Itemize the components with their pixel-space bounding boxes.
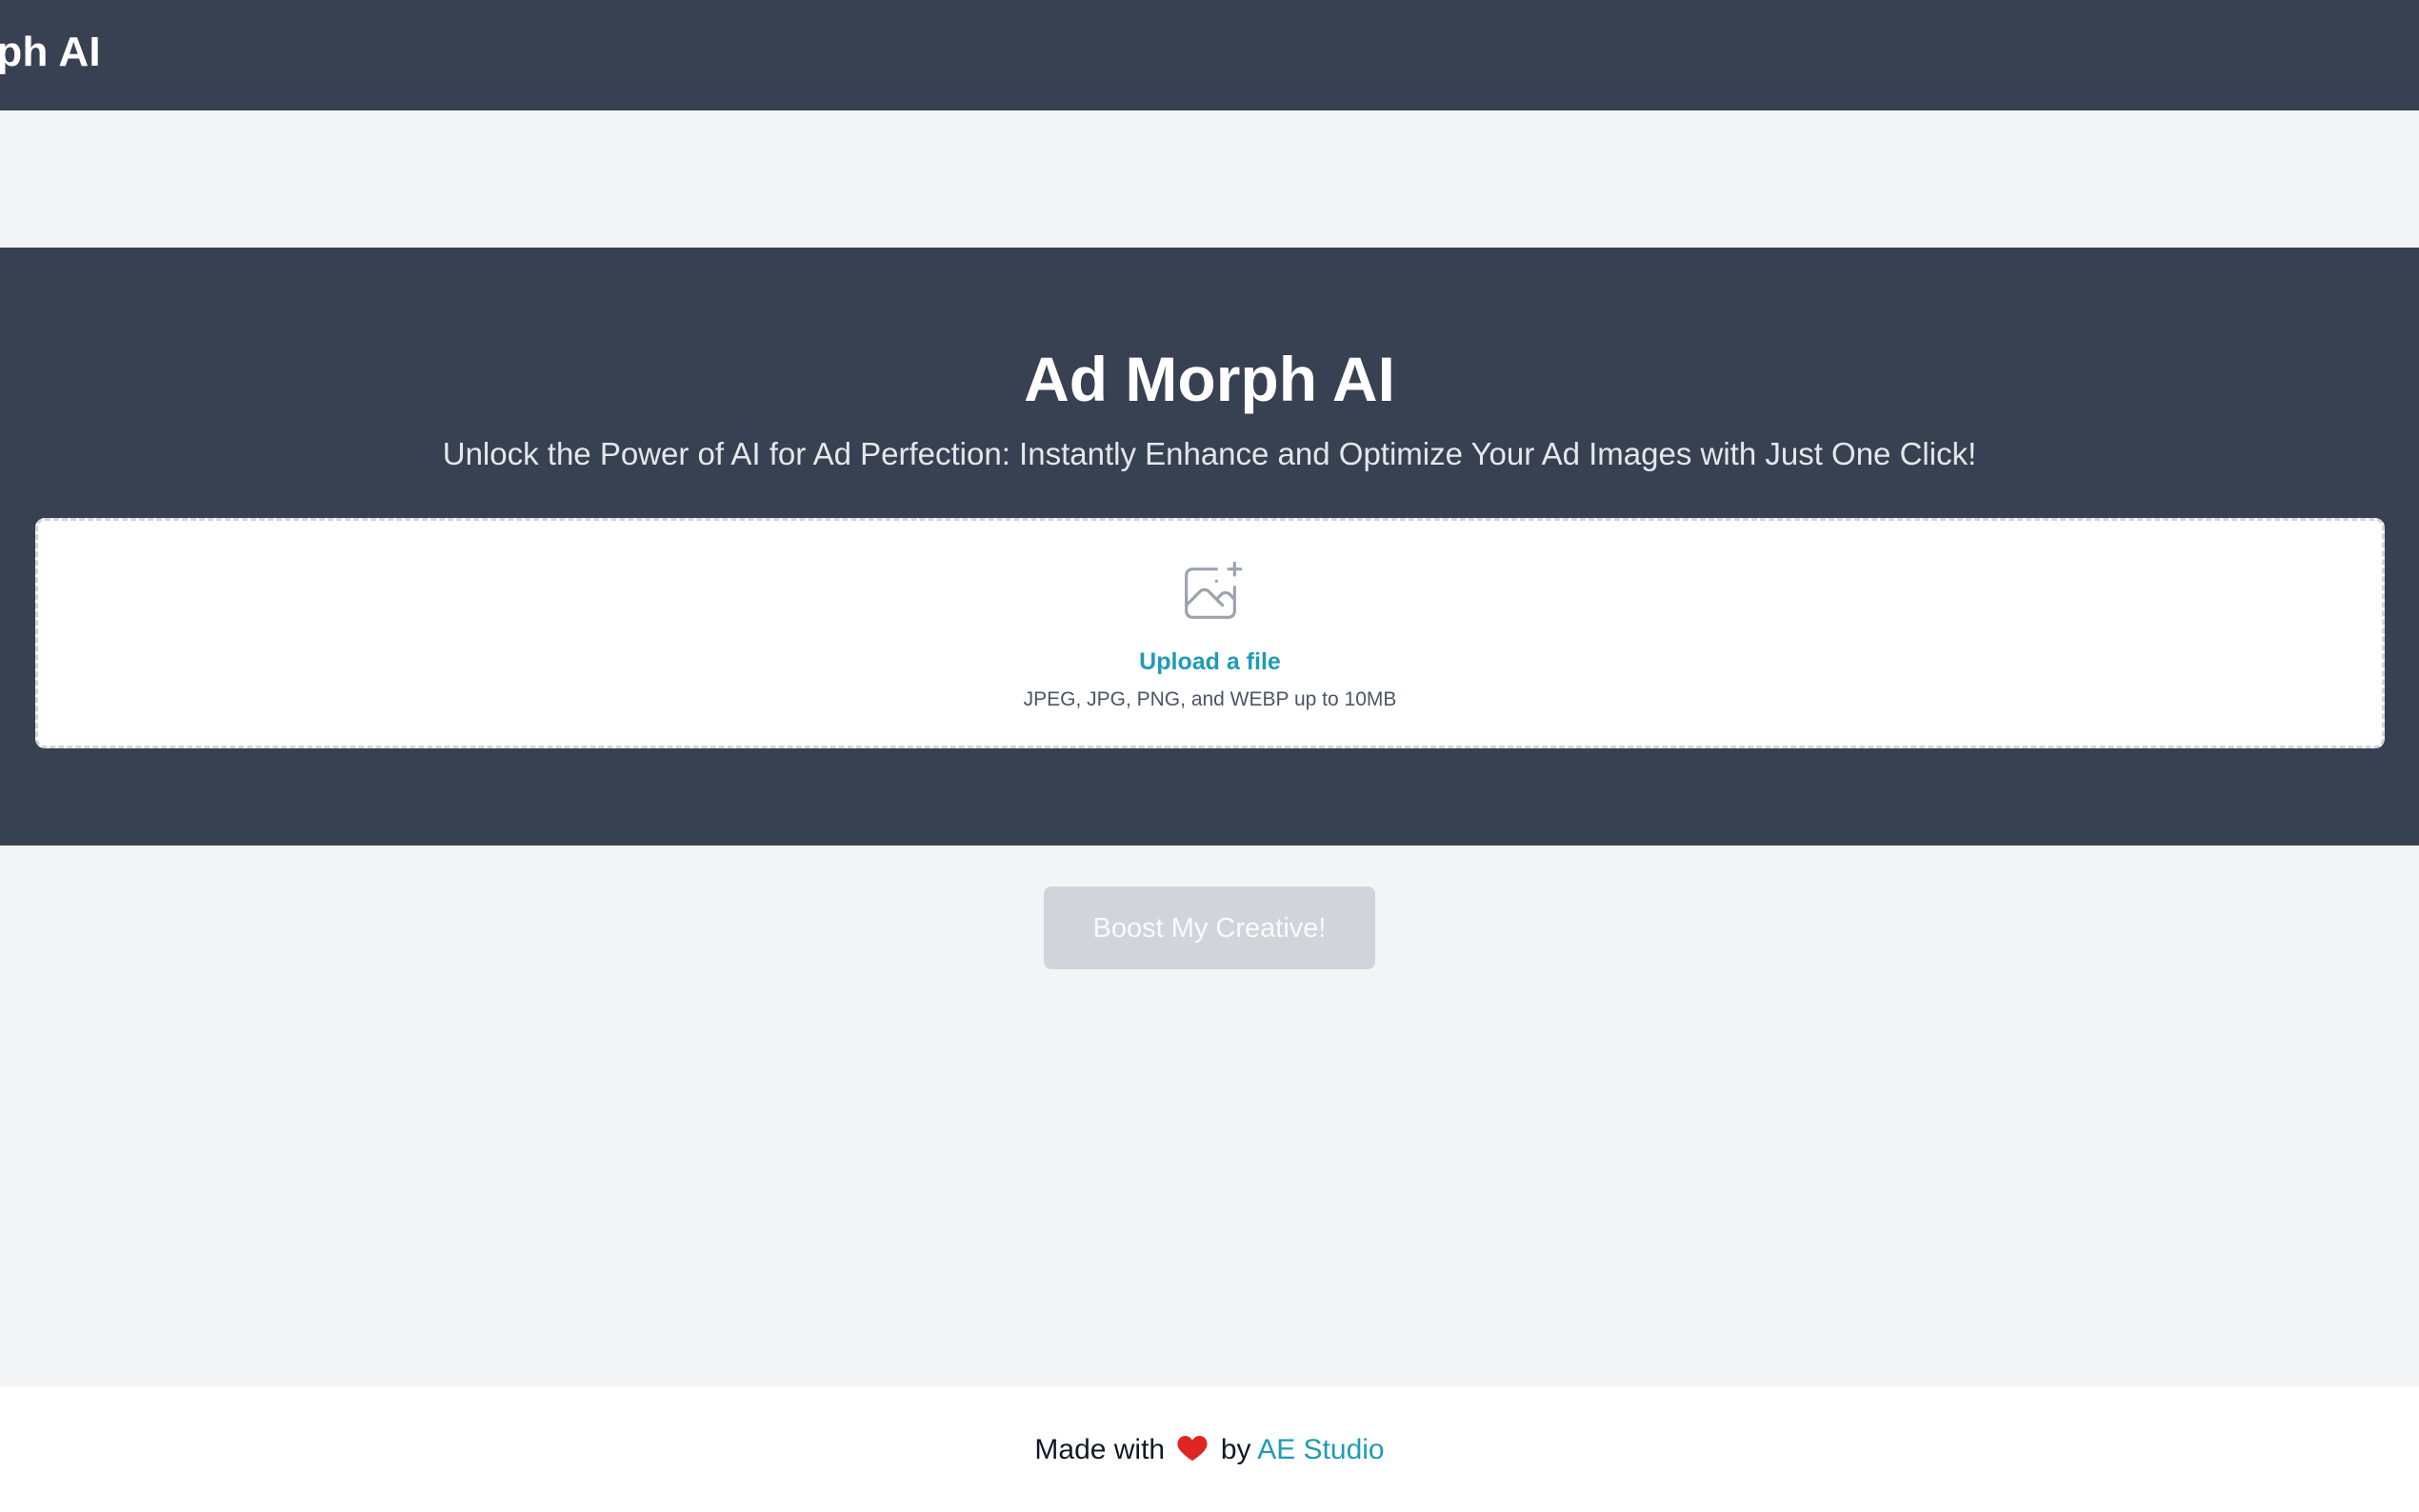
page-footer: Made with by AE Studio (0, 1386, 2419, 1512)
top-spacer (0, 110, 2419, 248)
boost-creative-button[interactable]: Boost My Creative! (1044, 886, 1375, 969)
hero-section: Ad Morph AI Unlock the Power of AI for A… (0, 248, 2419, 846)
page-subtitle: Unlock the Power of AI for Ad Perfection… (442, 436, 1977, 471)
image-add-icon (1184, 561, 1242, 619)
heart-icon (1177, 1435, 1209, 1462)
footer-credit: Made with by AE Studio (0, 1432, 2419, 1466)
ae-studio-link[interactable]: AE Studio (1257, 1434, 1384, 1465)
page-title: Ad Morph AI (1024, 344, 1395, 414)
footer-prefix: Made with (1034, 1434, 1166, 1465)
file-dropzone[interactable]: Upload a file JPEG, JPG, PNG, and WEBP u… (35, 518, 2385, 748)
footer-by: by (1220, 1434, 1251, 1465)
upload-file-link[interactable]: Upload a file (38, 648, 2382, 676)
navbar-brand[interactable]: orph AI (0, 29, 101, 76)
upload-hint: JPEG, JPG, PNG, and WEBP up to 10MB (1023, 688, 1397, 710)
top-navbar: orph AI (0, 0, 2419, 110)
